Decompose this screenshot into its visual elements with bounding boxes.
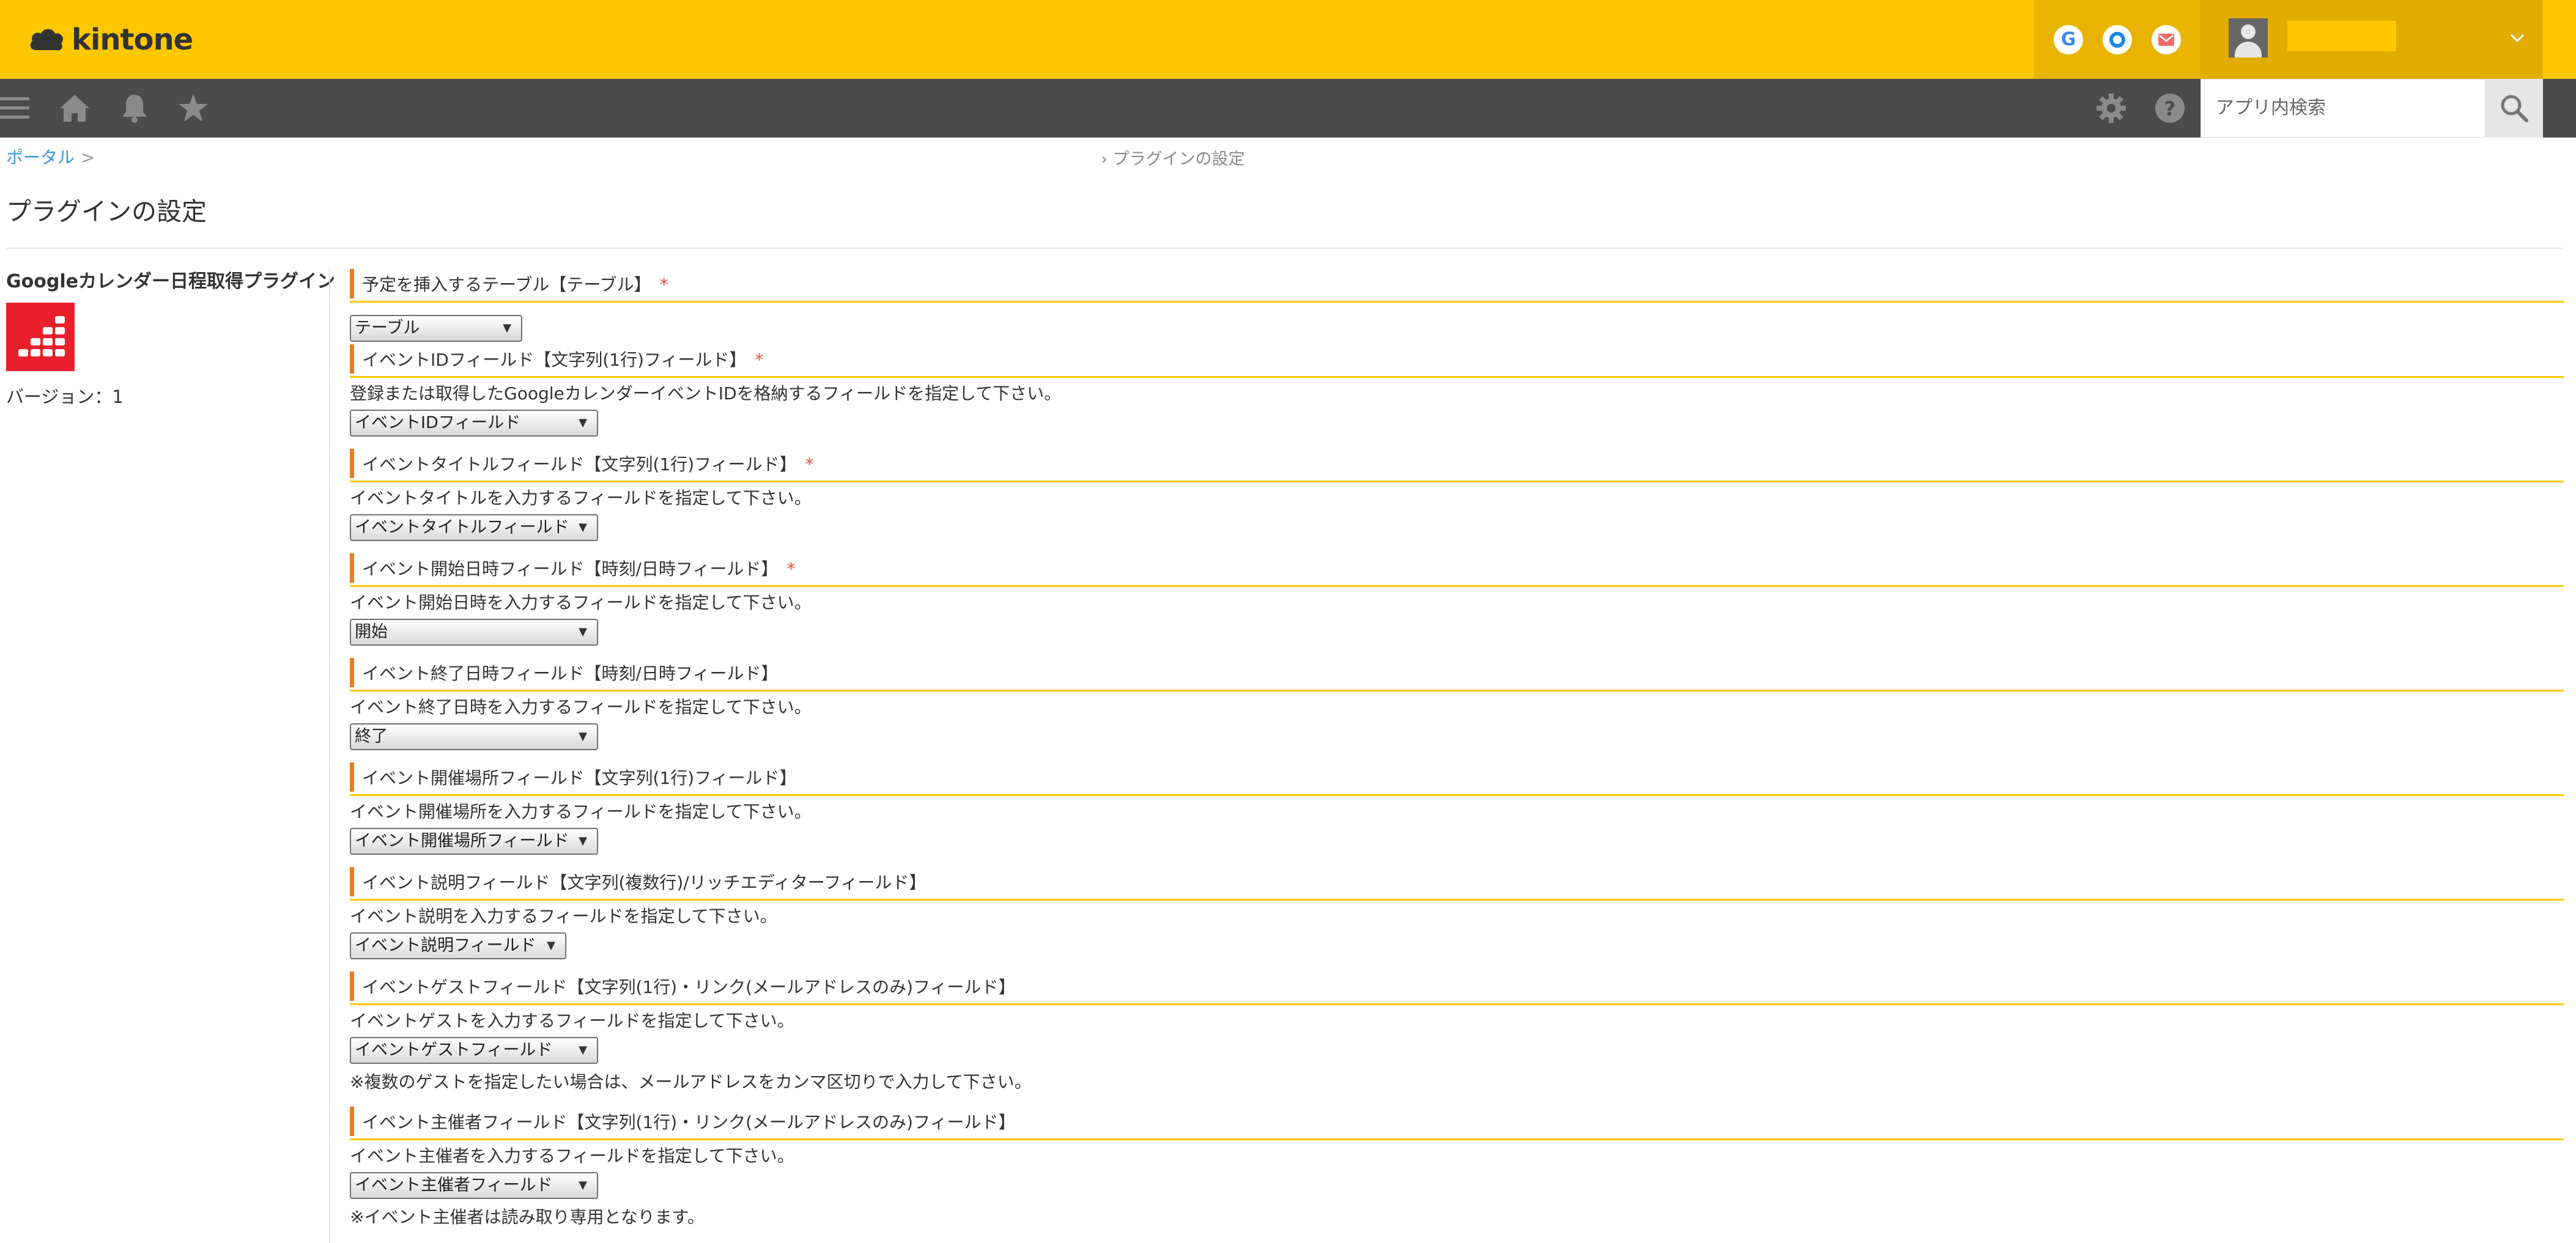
menu-icon[interactable] xyxy=(0,91,34,125)
chevron-down-icon[interactable] xyxy=(2506,27,2528,49)
dropdown-arrow-icon: ▼ xyxy=(547,939,555,952)
event-description-field-select[interactable]: イベント説明フィールド ▼ xyxy=(350,932,566,959)
event-location-field-select[interactable]: イベント開催場所フィールド ▼ xyxy=(350,828,598,855)
google-icon[interactable]: G xyxy=(2054,24,2083,54)
gear-icon[interactable] xyxy=(2094,91,2128,125)
section-header: イベント開始日時フィールド【時刻/日時フィールド】 * xyxy=(350,550,2564,587)
dropdown-arrow-icon: ▼ xyxy=(579,521,587,534)
section-label: イベント主催者フィールド【文字列(1行)・リンク(メールアドレスのみ)フィールド… xyxy=(362,1112,1016,1132)
section-label: イベント開始日時フィールド【時刻/日時フィールド】 * xyxy=(362,559,796,579)
search-placeholder: アプリ内検索 xyxy=(2216,97,2326,119)
user-menu[interactable] xyxy=(2200,0,2543,79)
section-label: イベント終了日時フィールド【時刻/日時フィールド】 xyxy=(362,663,779,684)
title-divider xyxy=(6,248,2563,249)
search-button[interactable] xyxy=(2485,79,2543,138)
dropdown-arrow-icon: ▼ xyxy=(503,322,511,334)
required-mark: * xyxy=(805,454,814,474)
setting-table: 予定を挿入するテーブル【テーブル】 * テーブル ▼ xyxy=(350,265,2564,342)
section-label: イベント説明フィールド【文字列(複数行)/リッチエディターフィールド】 xyxy=(362,872,927,893)
breadcrumb-portal-link[interactable]: ポータル xyxy=(6,147,75,168)
section-description: イベントゲストを入力するフィールドを指定して下さい。 xyxy=(350,1011,794,1031)
setting-event-title: イベントタイトルフィールド【文字列(1行)フィールド】 * イベントタイトルを入力… xyxy=(350,445,2564,541)
event-end-field-select[interactable]: 終了 ▼ xyxy=(350,723,598,750)
page-title: プラグインの設定 xyxy=(6,197,207,226)
section-header: イベント開催場所フィールド【文字列(1行)フィールド】 xyxy=(350,759,2564,796)
setting-event-id: イベントIDフィールド【文字列(1行)フィールド】 * 登録または取得したGoog… xyxy=(350,341,2564,437)
svg-text:?: ? xyxy=(2164,97,2176,120)
setting-event-location: イベント開催場所フィールド【文字列(1行)フィールド】 イベント開催場所を入力す… xyxy=(350,759,2564,855)
bell-icon[interactable] xyxy=(117,91,152,125)
header-app-links: G xyxy=(2034,0,2200,79)
column-divider xyxy=(329,269,330,1243)
setting-event-end: イベント終了日時フィールド【時刻/日時フィールド】 イベント終了日時を入力するフ… xyxy=(350,654,2564,750)
user-name-redacted xyxy=(2287,21,2396,51)
section-label: 予定を挿入するテーブル【テーブル】 * xyxy=(362,275,668,295)
event-guest-field-select[interactable]: イベントゲストフィールド ▼ xyxy=(350,1037,598,1064)
garoon-ring-icon xyxy=(2109,31,2125,48)
kintone-logo[interactable]: kintone xyxy=(28,18,193,61)
envelope-icon xyxy=(2158,33,2174,46)
dropdown-arrow-icon: ▼ xyxy=(579,1179,587,1192)
section-description: イベント開始日時を入力するフィールドを指定して下さい。 xyxy=(350,592,812,613)
section-description: イベント終了日時を入力するフィールドを指定して下さい。 xyxy=(350,697,812,717)
section-description: 登録または取得したGoogleカレンダーイベントIDを格納するフィールドを指定し… xyxy=(350,383,1062,404)
section-header: イベントゲストフィールド【文字列(1行)・リンク(メールアドレスのみ)フィールド… xyxy=(350,968,2564,1005)
plugin-settings-form: 予定を挿入するテーブル【テーブル】 * テーブル ▼ イベントIDフィールド【文字列… xyxy=(350,265,2564,1238)
section-header: イベントIDフィールド【文字列(1行)フィールド】 * xyxy=(350,341,2564,378)
setting-event-organizer: イベント主催者フィールド【文字列(1行)・リンク(メールアドレスのみ)フィールド… xyxy=(350,1103,2564,1230)
event-start-field-select[interactable]: 開始 ▼ xyxy=(350,619,598,646)
avatar-icon xyxy=(2229,18,2268,57)
setting-event-guest: イベントゲストフィールド【文字列(1行)・リンク(メールアドレスのみ)フィールド… xyxy=(350,968,2564,1094)
dropdown-arrow-icon: ▼ xyxy=(579,625,587,638)
section-description: イベントタイトルを入力するフィールドを指定して下さい。 xyxy=(350,488,812,508)
global-nav-bar: ? xyxy=(0,79,2576,138)
table-select[interactable]: テーブル ▼ xyxy=(350,315,522,342)
dropdown-arrow-icon: ▼ xyxy=(579,1044,587,1057)
event-organizer-field-select[interactable]: イベント主催者フィールド ▼ xyxy=(350,1172,598,1199)
logo-text: kintone xyxy=(72,23,193,57)
dropdown-arrow-icon: ▼ xyxy=(579,416,587,429)
breadcrumb: ポータル > xyxy=(6,144,95,169)
breadcrumb-current: › プラグインの設定 xyxy=(1101,150,1245,169)
garoon-icon[interactable] xyxy=(2103,24,2132,54)
plugin-logo-icon xyxy=(6,303,75,371)
section-header: イベント主催者フィールド【文字列(1行)・リンク(メールアドレスのみ)フィールド… xyxy=(350,1103,2564,1140)
home-icon[interactable] xyxy=(57,91,92,125)
event-title-field-select[interactable]: イベントタイトルフィールド ▼ xyxy=(350,514,598,541)
section-note: ※イベント主催者は読み取り専用となります。 xyxy=(350,1207,705,1227)
star-icon[interactable] xyxy=(176,91,210,125)
section-label: イベント開催場所フィールド【文字列(1行)フィールド】 xyxy=(362,768,797,788)
section-description: イベント主催者を入力するフィールドを指定して下さい。 xyxy=(350,1146,794,1166)
required-mark: * xyxy=(659,275,668,295)
cloud-logo-icon xyxy=(30,29,64,51)
section-header: イベント終了日時フィールド【時刻/日時フィールド】 xyxy=(350,654,2564,692)
section-description: イベント開催場所を入力するフィールドを指定して下さい。 xyxy=(350,802,812,822)
breadcrumb-separator: > xyxy=(81,147,95,168)
section-header: イベントタイトルフィールド【文字列(1行)フィールド】 * xyxy=(350,445,2564,482)
google-letter: G xyxy=(2060,29,2076,50)
section-header: イベント説明フィールド【文字列(複数行)/リッチエディターフィールド】 xyxy=(350,863,2564,901)
setting-event-description: イベント説明フィールド【文字列(複数行)/リッチエディターフィールド】 イベント… xyxy=(350,863,2564,959)
section-label: イベントゲストフィールド【文字列(1行)・リンク(メールアドレスのみ)フィールド… xyxy=(362,977,1016,997)
plugin-version: バージョン：1 xyxy=(6,386,124,407)
required-mark: * xyxy=(786,559,796,579)
app-header: kintone G xyxy=(0,0,2576,79)
search-icon xyxy=(2501,95,2528,122)
section-description: イベント説明を入力するフィールドを指定して下さい。 xyxy=(350,906,777,926)
event-id-field-select[interactable]: イベントIDフィールド ▼ xyxy=(350,410,598,437)
section-header: 予定を挿入するテーブル【テーブル】 * xyxy=(350,265,2564,303)
dropdown-arrow-icon: ▼ xyxy=(579,730,587,743)
help-icon[interactable]: ? xyxy=(2153,91,2187,125)
dropdown-arrow-icon: ▼ xyxy=(579,835,587,847)
section-label: イベントIDフィールド【文字列(1行)フィールド】 * xyxy=(362,350,764,370)
plugin-name: Googleカレンダー日程取得プラグイン xyxy=(6,271,335,292)
section-label: イベントタイトルフィールド【文字列(1行)フィールド】 * xyxy=(362,454,814,474)
setting-event-start: イベント開始日時フィールド【時刻/日時フィールド】 * イベント開始日時を入力する… xyxy=(350,550,2564,646)
required-mark: * xyxy=(755,350,764,370)
mail-icon[interactable] xyxy=(2152,24,2181,54)
section-note: ※複数のゲストを指定したい場合は、メールアドレスをカンマ区切りで入力して下さい。 xyxy=(350,1072,1032,1092)
app-search-input[interactable]: アプリ内検索 xyxy=(2200,79,2485,138)
